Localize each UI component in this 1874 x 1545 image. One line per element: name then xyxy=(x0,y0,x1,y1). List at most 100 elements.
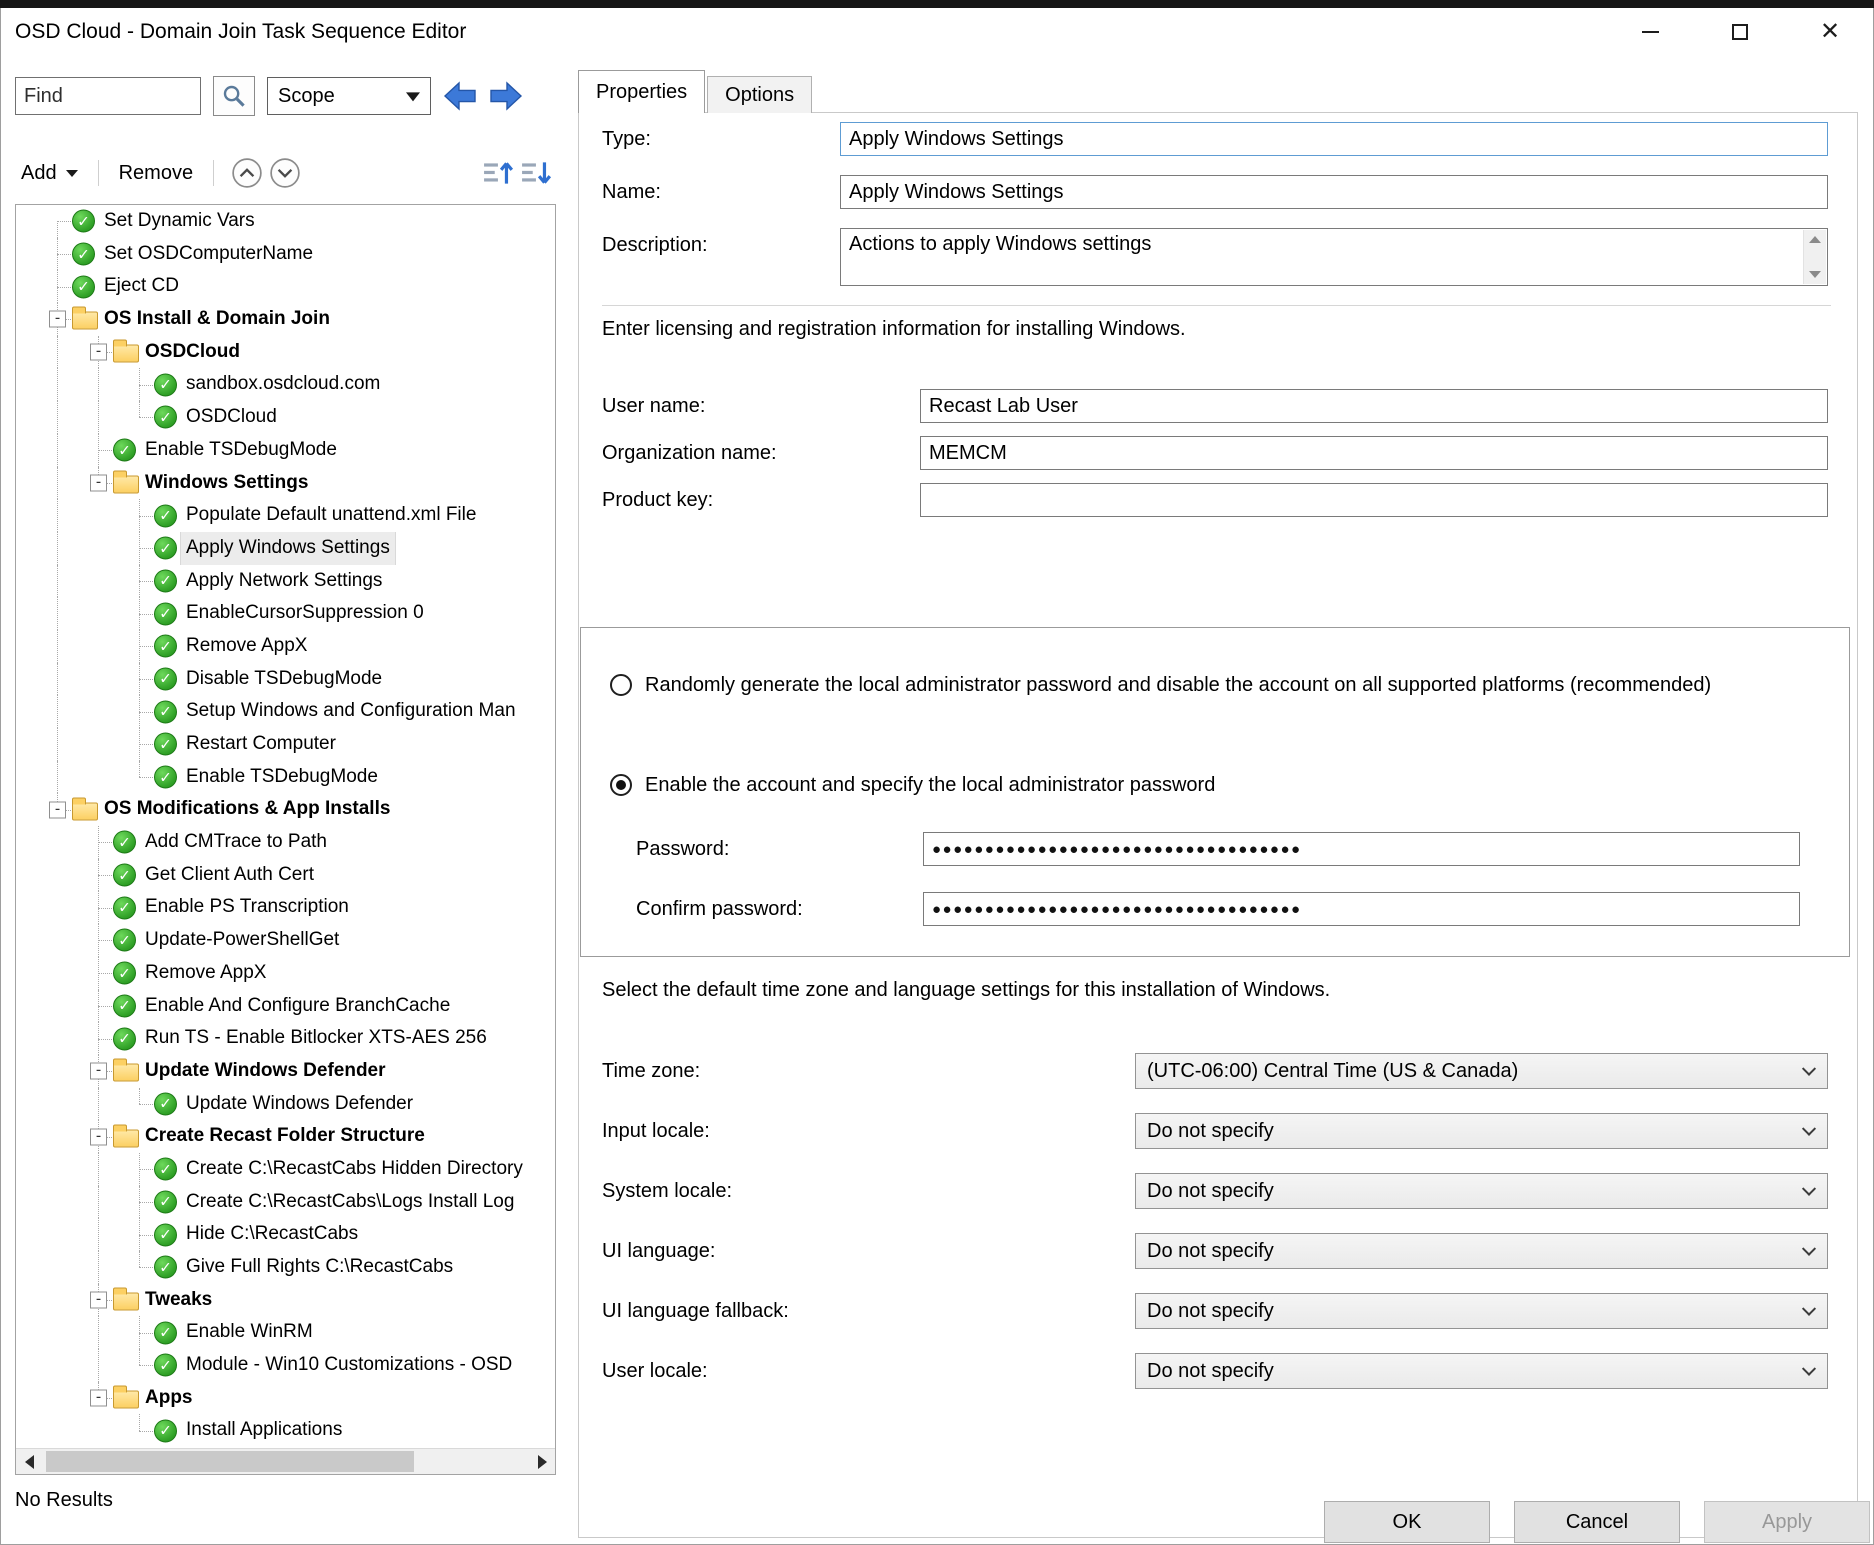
tree-item[interactable]: ✓Apply Windows Settings xyxy=(16,532,555,565)
tree-item[interactable]: ✓Give Full Rights C:\RecastCabs xyxy=(16,1251,555,1284)
scroll-left-button[interactable] xyxy=(16,1449,42,1474)
tree-item[interactable]: -OSDCloud xyxy=(16,336,555,369)
tree-item[interactable]: -OS Install & Domain Join xyxy=(16,303,555,336)
cancel-button[interactable]: Cancel xyxy=(1514,1501,1680,1543)
tree-item[interactable]: -OS Modifications & App Installs xyxy=(16,793,555,826)
expander-icon[interactable]: - xyxy=(90,1128,107,1145)
ok-button[interactable]: OK xyxy=(1324,1501,1490,1543)
type-field[interactable] xyxy=(840,122,1828,156)
tree-item[interactable]: ✓Set OSDComputerName xyxy=(16,238,555,271)
tree-item[interactable]: ✓Get Client Auth Cert xyxy=(16,859,555,892)
add-button[interactable]: Add xyxy=(15,162,84,185)
tree-item[interactable]: ✓Enable And Configure BranchCache xyxy=(16,990,555,1023)
find-next-button[interactable] xyxy=(489,81,523,111)
tree-item[interactable]: ✓Run TS - Enable Bitlocker XTS-AES 256 xyxy=(16,1022,555,1055)
expander-icon[interactable]: - xyxy=(90,1390,107,1407)
scrollbar-thumb[interactable] xyxy=(46,1451,414,1472)
remove-button[interactable]: Remove xyxy=(113,162,199,185)
product-key-field[interactable] xyxy=(920,483,1828,517)
folder-icon xyxy=(113,1391,139,1409)
description-field[interactable]: Actions to apply Windows settings xyxy=(840,228,1828,286)
expander-icon[interactable]: - xyxy=(90,1063,107,1080)
tree-item[interactable]: ✓Enable WinRM xyxy=(16,1316,555,1349)
find-previous-button[interactable] xyxy=(443,81,477,111)
tree-item[interactable]: ✓OSDCloud xyxy=(16,401,555,434)
description-scrollbar[interactable] xyxy=(1803,230,1826,284)
tree-item[interactable]: -Update Windows Defender xyxy=(16,1055,555,1088)
tree-item[interactable]: ✓Set Dynamic Vars xyxy=(16,205,555,238)
tree-horizontal-scrollbar[interactable] xyxy=(16,1448,555,1474)
radio-option-random[interactable]: Randomly generate the local administrato… xyxy=(610,672,1829,698)
radio-random-label: Randomly generate the local administrato… xyxy=(645,674,1711,697)
expander-icon[interactable]: - xyxy=(90,1292,107,1309)
confirm-password-field[interactable]: ●●●●●●●●●●●●●●●●●●●●●●●●●●●●●●●●●●● xyxy=(923,892,1800,926)
collapse-all-button[interactable] xyxy=(228,155,266,191)
tree-item[interactable]: ✓Install Applications xyxy=(16,1414,555,1447)
tree-item[interactable]: ✓Update-PowerShellGet xyxy=(16,924,555,957)
locale-dropdown[interactable]: (UTC-06:00) Central Time (US & Canada) xyxy=(1135,1053,1828,1089)
tree-item[interactable]: ✓EnableCursorSuppression 0 xyxy=(16,597,555,630)
tab-properties[interactable]: Properties xyxy=(578,70,705,113)
move-step-up-button[interactable] xyxy=(480,155,518,191)
expander-icon[interactable]: - xyxy=(90,344,107,361)
tree-item[interactable]: -Create Recast Folder Structure xyxy=(16,1120,555,1153)
scroll-up-button[interactable] xyxy=(1804,230,1826,249)
move-step-down-button[interactable] xyxy=(518,155,556,191)
minimize-button[interactable] xyxy=(1627,12,1673,52)
locale-dropdown[interactable]: Do not specify xyxy=(1135,1353,1828,1389)
search-button[interactable] xyxy=(213,76,255,116)
tree-item[interactable]: -Windows Settings xyxy=(16,467,555,500)
tree-item[interactable]: ✓sandbox.osdcloud.com xyxy=(16,368,555,401)
section-divider xyxy=(602,305,1831,306)
tree-item[interactable]: ✓Remove AppX xyxy=(16,630,555,663)
organization-field[interactable] xyxy=(920,436,1828,470)
tree-item[interactable]: ✓Apply Network Settings xyxy=(16,565,555,598)
tree-item[interactable]: ✓Eject CD xyxy=(16,270,555,303)
tree-item-label: Update-PowerShellGet xyxy=(140,924,344,957)
locale-dropdown[interactable]: Do not specify xyxy=(1135,1113,1828,1149)
tree-connector-line xyxy=(98,875,114,876)
description-text: Actions to apply Windows settings xyxy=(849,233,1151,256)
tree-item[interactable]: -Tweaks xyxy=(16,1284,555,1317)
scope-dropdown[interactable]: Scope xyxy=(267,77,431,115)
tree-item[interactable]: -Apps xyxy=(16,1382,555,1415)
locale-dropdown[interactable]: Do not specify xyxy=(1135,1293,1828,1329)
tree-item[interactable]: ✓Restart Computer xyxy=(16,728,555,761)
tree-item[interactable]: ✓Remove AppX xyxy=(16,957,555,990)
tree-item[interactable]: ✓Create C:\RecastCabs\Logs Install Log xyxy=(16,1186,555,1219)
apply-button[interactable]: Apply xyxy=(1704,1501,1870,1543)
expander-icon[interactable]: - xyxy=(90,474,107,491)
expander-icon[interactable]: - xyxy=(49,311,66,328)
chevron-down-icon xyxy=(1802,1362,1816,1376)
tree-item-label: Enable And Configure BranchCache xyxy=(140,990,455,1023)
tree-item[interactable]: ✓Enable PS Transcription xyxy=(16,891,555,924)
check-icon: ✓ xyxy=(154,1321,177,1344)
expand-all-button[interactable] xyxy=(266,155,304,191)
locale-dropdown[interactable]: Do not specify xyxy=(1135,1233,1828,1269)
scroll-down-button[interactable] xyxy=(1804,265,1826,284)
password-field[interactable]: ●●●●●●●●●●●●●●●●●●●●●●●●●●●●●●●●●●● xyxy=(923,832,1800,866)
tree-item[interactable]: ✓Create C:\RecastCabs Hidden Directory xyxy=(16,1153,555,1186)
tree-item[interactable]: ✓Module - Win10 Customizations - OSD xyxy=(16,1349,555,1382)
folder-icon xyxy=(72,312,98,330)
tree-item[interactable]: ✓Enable TSDebugMode xyxy=(16,434,555,467)
tree-item[interactable]: ✓Populate Default unattend.xml File xyxy=(16,499,555,532)
tree-item[interactable]: ✓Hide C:\RecastCabs xyxy=(16,1218,555,1251)
tree-item[interactable]: ✓Enable TSDebugMode xyxy=(16,761,555,794)
tab-options[interactable]: Options xyxy=(707,76,812,113)
expander-icon[interactable]: - xyxy=(49,801,66,818)
find-input[interactable] xyxy=(15,77,201,115)
locale-dropdown[interactable]: Do not specify xyxy=(1135,1173,1828,1209)
tree-item[interactable]: ✓Add CMTrace to Path xyxy=(16,826,555,859)
scroll-right-button[interactable] xyxy=(529,1449,555,1474)
close-button[interactable]: ✕ xyxy=(1807,12,1853,52)
tree-item[interactable]: ✓Update Windows Defender xyxy=(16,1088,555,1121)
radio-option-enable[interactable]: Enable the account and specify the local… xyxy=(610,772,1829,798)
name-field[interactable] xyxy=(840,175,1828,209)
user-name-field[interactable] xyxy=(920,389,1828,423)
maximize-button[interactable] xyxy=(1717,12,1763,52)
tree-item-label: Populate Default unattend.xml File xyxy=(181,499,481,532)
tree-item[interactable]: ✓Disable TSDebugMode xyxy=(16,663,555,696)
tree-item[interactable]: ✓Setup Windows and Configuration Man xyxy=(16,695,555,728)
tree-connector-line xyxy=(98,1186,99,1219)
